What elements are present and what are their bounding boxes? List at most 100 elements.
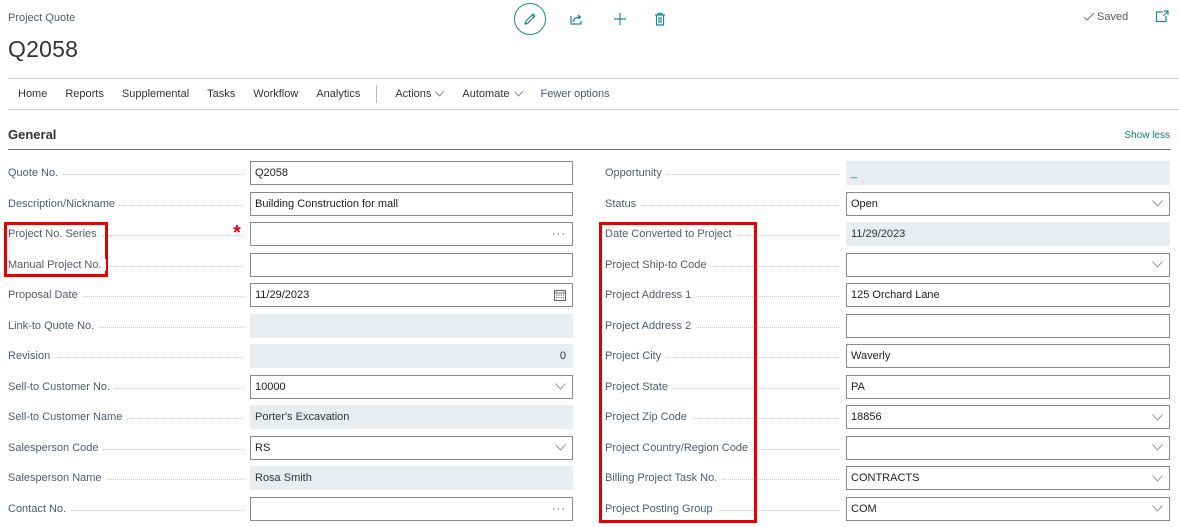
plus-icon <box>614 13 626 25</box>
status-select[interactable]: Open <box>846 191 1170 216</box>
share-icon <box>570 14 582 25</box>
menu-actions[interactable]: Actions <box>395 88 445 100</box>
popout-icon <box>1155 10 1169 23</box>
fewer-options-link[interactable]: Fewer options <box>541 88 610 100</box>
field-value: 11/29/2023 <box>255 289 310 301</box>
field-label: Project City <box>605 350 666 362</box>
field-label-wrap: Salesperson Code <box>8 436 246 460</box>
field-value: _ <box>851 167 858 179</box>
menu-tasks[interactable]: Tasks <box>207 88 235 100</box>
field-value: Waverly <box>851 350 891 362</box>
chevron-down-icon[interactable] <box>1152 505 1163 512</box>
project-zip-code-select[interactable]: 18856 <box>846 405 1170 429</box>
menu-reports[interactable]: Reports <box>65 88 104 100</box>
field-value: Porter's Excavation <box>255 411 350 423</box>
project-state-input[interactable]: PA <box>846 374 1170 399</box>
quote-no-input[interactable]: Q2058 <box>250 161 573 185</box>
revision-input: 0 <box>250 344 573 368</box>
project-no-series-input[interactable]: ··· <box>250 222 573 246</box>
project-address-2-input[interactable] <box>846 313 1170 338</box>
trash-icon <box>655 12 665 26</box>
chevron-down-icon <box>435 91 445 97</box>
field-row-opportunity: Opportunity <box>605 161 841 185</box>
page-caption: Project Quote <box>8 12 76 24</box>
show-less-link[interactable]: Show less <box>1124 130 1170 141</box>
chevron-down-icon[interactable] <box>555 383 566 390</box>
menu-supplemental[interactable]: Supplemental <box>122 88 189 100</box>
field-label: Proposal Date <box>8 289 82 301</box>
field-label: Link-to Quote No. <box>8 319 99 332</box>
new-button[interactable] <box>610 9 630 29</box>
sell-to-customer-no-select[interactable]: 10000 <box>250 374 573 399</box>
popout-button[interactable] <box>1155 10 1169 28</box>
field-label: Sell-to Customer Name <box>8 411 127 423</box>
field-label-wrap: Proposal Date <box>8 283 246 307</box>
field-label-wrap: Contact No. <box>8 497 246 521</box>
chevron-down-icon[interactable] <box>1152 200 1163 207</box>
edit-button[interactable] <box>514 3 546 35</box>
page-title: Q2058 <box>8 36 79 62</box>
field-label-wrap: Status <box>605 192 841 216</box>
manual-project-no-input[interactable] <box>250 252 573 277</box>
menu-divider <box>376 85 378 103</box>
field-label-wrap: Salesperson Name <box>8 466 246 490</box>
billing-project-task-no-select[interactable]: CONTRACTS <box>846 466 1170 490</box>
field-value: 0 <box>559 350 566 362</box>
project-city-input[interactable]: Waverly <box>846 344 1170 368</box>
field-value: COM <box>851 502 877 515</box>
menu-automate[interactable]: Automate <box>462 88 523 100</box>
salesperson-code-select[interactable]: RS <box>250 435 573 460</box>
share-button[interactable] <box>566 9 586 29</box>
calendar-icon[interactable] <box>554 289 566 301</box>
field-label: Project Zip Code <box>605 411 691 423</box>
ellipsis-icon[interactable]: ··· <box>552 503 566 515</box>
menu-analytics[interactable]: Analytics <box>316 88 360 100</box>
menu-workflow[interactable]: Workflow <box>253 88 298 100</box>
delete-button[interactable] <box>650 9 670 29</box>
required-indicator: * <box>233 222 241 244</box>
field-label: Project Address 2 <box>605 319 696 332</box>
section-divider <box>8 149 1171 150</box>
field-label-wrap: Opportunity <box>605 161 841 185</box>
project-address-1-input[interactable]: 125 Orchard Lane <box>846 283 1170 307</box>
project-posting-group-select[interactable]: COM <box>846 496 1170 521</box>
menu-home[interactable]: Home <box>18 88 47 100</box>
field-label: Opportunity <box>605 167 666 179</box>
chevron-down-icon[interactable] <box>1152 413 1163 421</box>
description-nickname-input[interactable]: Building Construction for mall <box>250 191 573 216</box>
project-ship-to-code-select[interactable] <box>846 252 1170 277</box>
field-value: Q2058 <box>255 167 289 179</box>
field-label: Quote No. <box>8 167 63 179</box>
field-label-wrap: Link-to Quote No. <box>8 314 246 338</box>
field-label-wrap: Description/Nickname <box>8 192 246 216</box>
chevron-down-icon[interactable] <box>555 444 566 451</box>
field-row-contact-no: Contact No. <box>8 497 246 521</box>
field-label: Project No. Series <box>8 228 101 240</box>
chevron-down-icon <box>513 91 523 97</box>
menu-automate-label: Automate <box>462 88 510 100</box>
field-value: 18856 <box>851 411 882 423</box>
field-label-wrap: Sell-to Customer Name <box>8 405 246 429</box>
chevron-down-icon[interactable] <box>1152 474 1163 482</box>
project-country-region-code-select[interactable] <box>846 435 1170 460</box>
field-label: Salesperson Code <box>8 441 103 454</box>
salesperson-name-input: Rosa Smith <box>250 466 573 490</box>
field-value: Building Construction for mall <box>255 197 399 210</box>
saved-status: Saved <box>1083 11 1128 23</box>
date-converted-to-project-input: 11/29/2023 <box>846 222 1170 246</box>
link-to-quote-no-input <box>250 313 573 338</box>
field-label: Sell-to Customer No. <box>8 380 115 393</box>
field-label: Date Converted to Project <box>605 228 736 240</box>
field-value: 10000 <box>255 380 286 393</box>
field-row-salesperson-code: Salesperson Code <box>8 436 246 460</box>
field-value: Open <box>851 197 878 210</box>
chevron-down-icon[interactable] <box>1152 261 1163 268</box>
field-label-wrap: Quote No. <box>8 161 246 185</box>
field-label: Project Country/Region Code <box>605 441 753 454</box>
opportunity-input: _ <box>846 161 1170 185</box>
chevron-down-icon[interactable] <box>1152 444 1163 451</box>
proposal-date-input[interactable]: 11/29/2023 <box>250 283 573 307</box>
sell-to-customer-name-input: Porter's Excavation <box>250 405 573 429</box>
contact-no-input[interactable]: ··· <box>250 496 573 521</box>
ellipsis-icon[interactable]: ··· <box>552 228 566 240</box>
